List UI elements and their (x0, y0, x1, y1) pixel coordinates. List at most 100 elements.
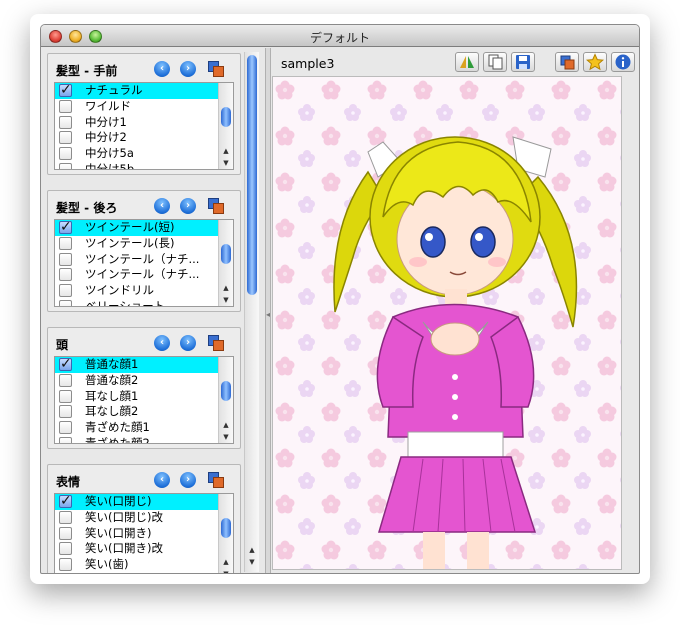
copy-layer-icon[interactable] (208, 61, 224, 77)
checkbox[interactable]: ✓ (59, 220, 72, 235)
previous-item-icon[interactable]: ‹ (154, 472, 170, 488)
panel-title: 頭 (56, 338, 69, 352)
title-bar[interactable]: デフォルト (41, 25, 639, 47)
scrollbar-thumb[interactable] (221, 244, 231, 264)
next-item-icon[interactable]: › (180, 61, 196, 77)
checkbox[interactable] (59, 268, 72, 282)
scroll-down-icon[interactable]: ▼ (219, 294, 233, 306)
list-item[interactable]: 耳なし顔1 (55, 389, 233, 405)
checkbox[interactable] (59, 252, 72, 266)
list-item[interactable]: ツインテール(長) (55, 236, 233, 252)
list-item[interactable]: 中分け5b (55, 162, 233, 169)
list-item[interactable]: 中分け2 (55, 130, 233, 146)
info-button[interactable] (611, 52, 635, 72)
list-item[interactable]: 青ざめた顔2 (55, 436, 233, 443)
flip-button[interactable] (455, 52, 479, 72)
list-item[interactable]: ベリーショート (55, 299, 233, 306)
list-item[interactable]: ツインテール（ナチ... (55, 267, 233, 283)
copy-layer-icon[interactable] (208, 198, 224, 214)
checkbox[interactable] (59, 373, 72, 387)
layers-button[interactable] (555, 52, 579, 72)
next-item-icon[interactable]: › (180, 472, 196, 488)
scrollbar-thumb[interactable] (247, 55, 257, 295)
list-item[interactable]: 青ざめた顔1 (55, 420, 233, 436)
scroll-up-icon[interactable]: ▲ (219, 419, 233, 431)
next-item-icon[interactable]: › (180, 198, 196, 214)
list-scrollbar[interactable]: ▲ ▼ (218, 357, 233, 443)
list-item[interactable]: ツインドリル (55, 283, 233, 299)
favorite-button[interactable] (583, 52, 607, 72)
checkbox[interactable] (59, 542, 72, 556)
parts-list[interactable]: ✓ ツインテール(短) ツインテール(長) ツインテール（ナチ... ツインテール… (54, 219, 234, 307)
checkbox[interactable] (59, 236, 72, 250)
scroll-down-icon[interactable]: ▼ (219, 157, 233, 169)
list-scrollbar[interactable]: ▲ ▼ (218, 494, 233, 573)
scroll-down-icon[interactable]: ▼ (245, 558, 259, 570)
list-item[interactable]: ✓ ツインテール(短) (55, 220, 233, 236)
list-item[interactable]: ワイルド (55, 99, 233, 115)
checkbox[interactable] (59, 131, 72, 145)
layers-icon (560, 55, 575, 70)
checkbox[interactable] (59, 162, 72, 169)
panel-title: 表情 (56, 475, 81, 489)
previous-item-icon[interactable]: ‹ (154, 335, 170, 351)
scroll-down-icon[interactable]: ▼ (219, 431, 233, 443)
checkbox[interactable]: ✓ (59, 83, 72, 98)
copy-layer-icon[interactable] (208, 472, 224, 488)
list-item[interactable]: ✓ ナチュラル (55, 83, 233, 99)
checkbox[interactable] (59, 526, 72, 540)
checkbox[interactable] (59, 421, 72, 435)
copy-button[interactable] (483, 52, 507, 72)
list-item[interactable]: 笑い(口開き) (55, 526, 233, 542)
checkbox[interactable] (59, 115, 72, 129)
scroll-up-icon[interactable]: ▲ (219, 145, 233, 157)
list-item[interactable]: ✓ 笑い(口閉じ) (55, 494, 233, 510)
list-item[interactable]: 中分け1 (55, 115, 233, 131)
previous-item-icon[interactable]: ‹ (154, 198, 170, 214)
checkbox[interactable] (59, 558, 72, 572)
checkbox[interactable] (59, 405, 72, 419)
next-item-icon[interactable]: › (180, 335, 196, 351)
scroll-down-icon[interactable]: ▼ (219, 568, 233, 573)
list-scrollbar[interactable]: ▲ ▼ (218, 83, 233, 169)
sidebar-scrollbar[interactable]: ▲ ▼ (244, 52, 259, 572)
favorite-star-icon (585, 53, 605, 71)
list-item[interactable]: ✓ 普通な顔1 (55, 357, 233, 373)
checkbox[interactable] (59, 389, 72, 403)
preview-filename: sample3 (281, 56, 335, 71)
character-preview-canvas[interactable] (272, 76, 622, 570)
list-item[interactable]: 笑い(口開き)改 (55, 541, 233, 557)
checkbox[interactable] (59, 284, 72, 298)
parts-list[interactable]: ✓ 普通な顔1 普通な顔2 耳なし顔1 耳なし顔2 青ざめた顔1 青ざめた顔2 ▲… (54, 356, 234, 444)
checkbox[interactable] (59, 436, 72, 443)
scroll-up-icon[interactable]: ▲ (219, 556, 233, 568)
parts-panel-expression: 表情 ‹ › ✓ 笑い(口閉じ) 笑い(口閉じ)改 笑い(口開き) 笑い(口開き)… (47, 464, 241, 573)
scrollbar-thumb[interactable] (221, 107, 231, 127)
scroll-up-icon[interactable]: ▲ (245, 546, 259, 558)
parts-list[interactable]: ✓ 笑い(口閉じ) 笑い(口閉じ)改 笑い(口開き) 笑い(口開き)改 笑い(歯)… (54, 493, 234, 573)
list-item[interactable]: 笑い(歯) (55, 557, 233, 573)
previous-item-icon[interactable]: ‹ (154, 61, 170, 77)
checkbox[interactable]: ✓ (59, 357, 72, 372)
checkbox[interactable] (59, 299, 72, 306)
parts-panel-head: 頭 ‹ › ✓ 普通な顔1 普通な顔2 耳なし顔1 耳なし顔2 青ざめた顔1 青ざ… (47, 327, 241, 449)
checkbox[interactable] (59, 510, 72, 524)
list-item[interactable]: 中分け5a (55, 146, 233, 162)
list-scrollbar[interactable]: ▲ ▼ (218, 220, 233, 306)
parts-list[interactable]: ✓ ナチュラル ワイルド 中分け1 中分け2 中分け5a 中分け5b ▲ ▼ (54, 82, 234, 170)
scrollbar-thumb[interactable] (221, 381, 231, 401)
split-pane-divider[interactable]: ◂ (265, 48, 271, 573)
checkbox[interactable]: ✓ (59, 494, 72, 509)
list-item[interactable]: 笑い(口閉じ)改 (55, 510, 233, 526)
save-button[interactable] (511, 52, 535, 72)
copy-layer-icon[interactable] (208, 335, 224, 351)
scrollbar-thumb[interactable] (221, 518, 231, 538)
list-item[interactable]: 普通な顔2 (55, 373, 233, 389)
list-item[interactable]: ツインテール（ナチ... (55, 252, 233, 268)
checkbox[interactable] (59, 147, 72, 161)
scroll-up-icon[interactable]: ▲ (219, 282, 233, 294)
checkbox[interactable] (59, 99, 72, 113)
list-item[interactable]: 耳なし顔2 (55, 404, 233, 420)
divider-grip-icon[interactable]: ◂ (266, 310, 270, 319)
app-window: デフォルト 髪型 - 手前 ‹ › ✓ ナチュラル ワイルド 中分け1 中分け2 … (40, 24, 640, 574)
